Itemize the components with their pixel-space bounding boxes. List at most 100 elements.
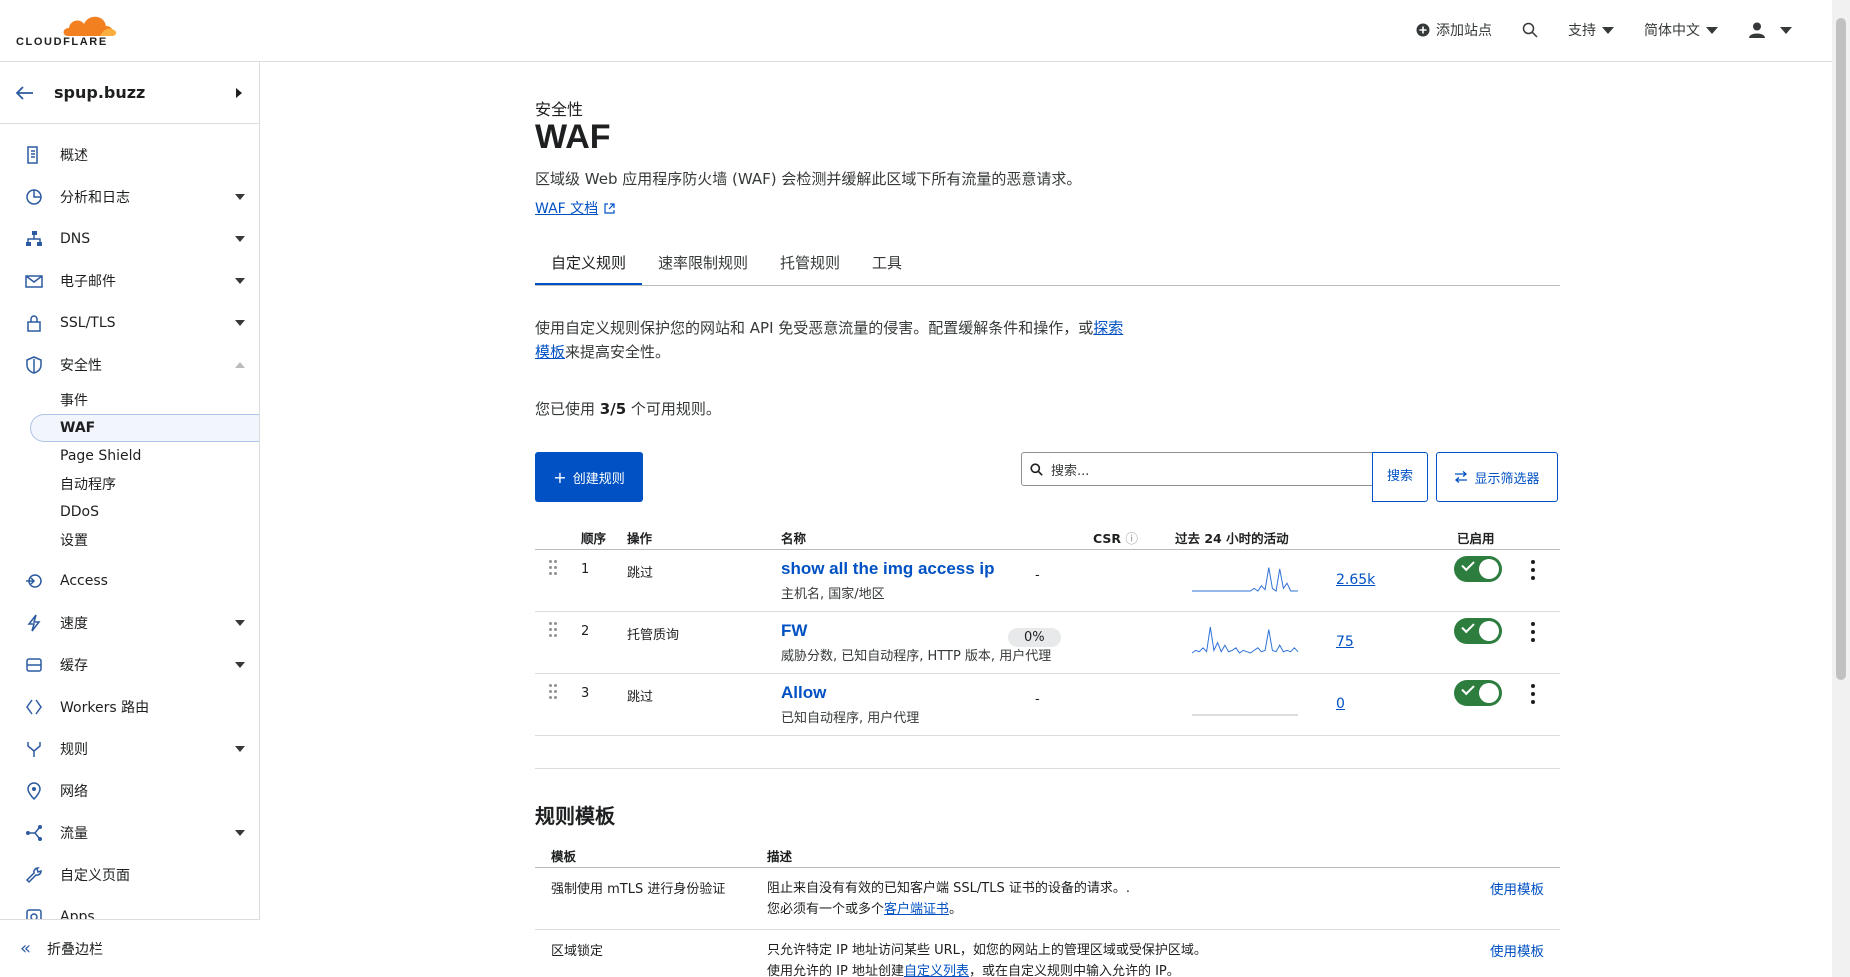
rules-table: 顺序 操作 名称 CSR ⓘ 过去 24 小时的活动 已启用 1 跳过 show a… [535,522,1560,736]
rule-order: 3 [581,686,590,701]
show-filters-button[interactable]: 显示筛选器 [1436,452,1558,502]
rule-action: 跳过 [627,690,654,705]
drag-handle-icon[interactable] [549,684,559,704]
chevron-right-icon[interactable] [235,87,243,99]
sidebar-item[interactable]: DNS [0,218,259,260]
sidebar-item[interactable]: 安全性 [0,344,259,386]
intro-text-b: 来提高安全性。 [565,343,671,361]
search-submit-button[interactable]: 搜索 [1372,452,1428,502]
search-input[interactable]: 搜索... [1021,452,1373,486]
page-scrollbar[interactable] [1832,0,1850,977]
sidebar-item[interactable]: 分析和日志 [0,176,259,218]
sidebar-item[interactable]: 规则 [0,728,259,770]
sidebar-item-label: 速度 [60,616,88,632]
table-row: 1 跳过 show all the img access ip 主机名, 国家/地区 -… [535,550,1560,612]
collapse-sidebar-button[interactable]: « 折叠边栏 [0,919,260,977]
chevron-down-icon [1780,26,1792,34]
add-site-button[interactable]: 添加站点 [1416,20,1492,40]
sidebar-item[interactable]: 网络 [0,770,259,812]
tab[interactable]: 托管规则 [764,240,856,285]
top-actions: 添加站点 支持 简体中文 [1416,20,1792,40]
activity-count-link[interactable]: 2.65k [1336,572,1375,588]
chart-icon [24,187,44,207]
more-options-icon[interactable] [1531,560,1537,580]
mail-icon [24,271,44,291]
template-desc-link[interactable]: 自定义列表 [904,964,969,977]
show-filters-label: 显示筛选器 [1474,471,1540,487]
zone-header: spup.buzz [0,62,259,124]
breadcrumb[interactable]: 安全性 [535,96,583,120]
sidebar-item[interactable]: 缓存 [0,644,259,686]
sidebar-item[interactable]: 流量 [0,812,259,854]
col-csr: CSR ⓘ [1093,528,1138,547]
more-options-icon[interactable] [1531,684,1537,704]
support-menu[interactable]: 支持 [1568,20,1614,40]
more-options-icon[interactable] [1531,622,1537,642]
activity-count-link[interactable]: 0 [1336,696,1345,712]
rule-action: 托管质询 [627,628,680,643]
network-icon [24,229,44,249]
rule-name-link[interactable]: FW [781,621,807,641]
drag-handle-icon[interactable] [549,622,559,642]
zone-name[interactable]: spup.buzz [54,83,235,102]
chevron-down-icon [235,236,245,242]
sidebar-item-label: 网络 [60,784,88,800]
sidebar-item[interactable]: Access [0,560,259,602]
user-menu[interactable] [1748,21,1792,39]
chevron-down-icon [235,662,245,668]
sidebar-item[interactable]: 速度 [0,602,259,644]
workers-icon [24,697,44,717]
use-template-button[interactable]: 使用模板 [1490,878,1544,898]
table-row: 3 跳过 Allow 已知自动程序, 用户代理 - 0 [535,674,1560,736]
drag-handle-icon[interactable] [549,560,559,580]
sidebar-subitem[interactable]: WAF [30,414,259,442]
tab[interactable]: 自定义规则 [535,240,643,285]
sidebar-item[interactable]: 电子邮件 [0,260,259,302]
rule-name-link[interactable]: Allow [781,683,826,703]
rule-enabled-toggle[interactable] [1454,680,1502,706]
explore-link[interactable]: 探索 [1093,319,1123,337]
col-csr-label: CSR [1093,531,1122,546]
sidebar-subitem[interactable]: DDoS [0,498,259,526]
tab[interactable]: 速率限制规则 [642,240,764,285]
access-icon [24,571,44,591]
check-icon [1461,619,1475,634]
language-menu[interactable]: 简体中文 [1644,20,1718,40]
tab[interactable]: 工具 [856,240,918,285]
search-button[interactable] [1522,22,1538,38]
back-arrow-icon[interactable] [16,85,34,100]
sidebar-item[interactable]: Workers 路由 [0,686,259,728]
sidebar-item[interactable]: SSL/TLS [0,302,259,344]
search-button-label: 搜索 [1386,469,1413,484]
activity-count-link[interactable]: 75 [1336,634,1354,650]
sidebar-item-label: 缓存 [60,658,88,674]
sidebar-item[interactable]: 自定义页面 [0,854,259,896]
activity-sparkline [1192,567,1298,592]
templates-link[interactable]: 模板 [535,343,565,361]
external-link-icon [604,202,615,214]
sidebar-subitem[interactable]: 事件 [0,386,259,414]
waf-docs-link[interactable]: WAF 文档 [535,198,615,218]
main-content: 安全性 WAF 区域级 Web 应用程序防火墙 (WAF) 会检测并缓解此区域下… [535,62,1560,977]
rule-enabled-toggle[interactable] [1454,618,1502,644]
usage-value: 3/5 [599,400,627,418]
rule-enabled-toggle[interactable] [1454,556,1502,582]
sidebar-subitem[interactable]: Page Shield [0,442,259,470]
rule-name-link[interactable]: show all the img access ip [781,559,995,579]
templates-table-body: 强制使用 mTLS 进行身份验证 阻止来自没有有效的已知客户端 SSL/TLS 证… [535,868,1560,977]
sidebar-item-label: 流量 [60,826,88,842]
cloudflare-logo[interactable]: CLOUDFLARE [16,10,126,52]
info-icon[interactable]: ⓘ [1125,531,1138,546]
create-rule-button[interactable]: + 创建规则 [535,452,643,502]
use-template-button[interactable]: 使用模板 [1490,940,1544,960]
logo-text: CLOUDFLARE [16,36,108,48]
rule-order: 1 [581,562,590,577]
sidebar-subitem[interactable]: 设置 [0,526,259,554]
template-name: 区域锁定 [551,944,604,959]
sidebar-item[interactable]: 概述 [0,134,259,176]
scrollbar-thumb[interactable] [1836,18,1846,680]
template-desc-link[interactable]: 客户端证书 [884,902,949,917]
template-name: 强制使用 mTLS 进行身份验证 [551,882,726,897]
sidebar-subitem[interactable]: 自动程序 [0,470,259,498]
col-template: 模板 [551,849,577,864]
